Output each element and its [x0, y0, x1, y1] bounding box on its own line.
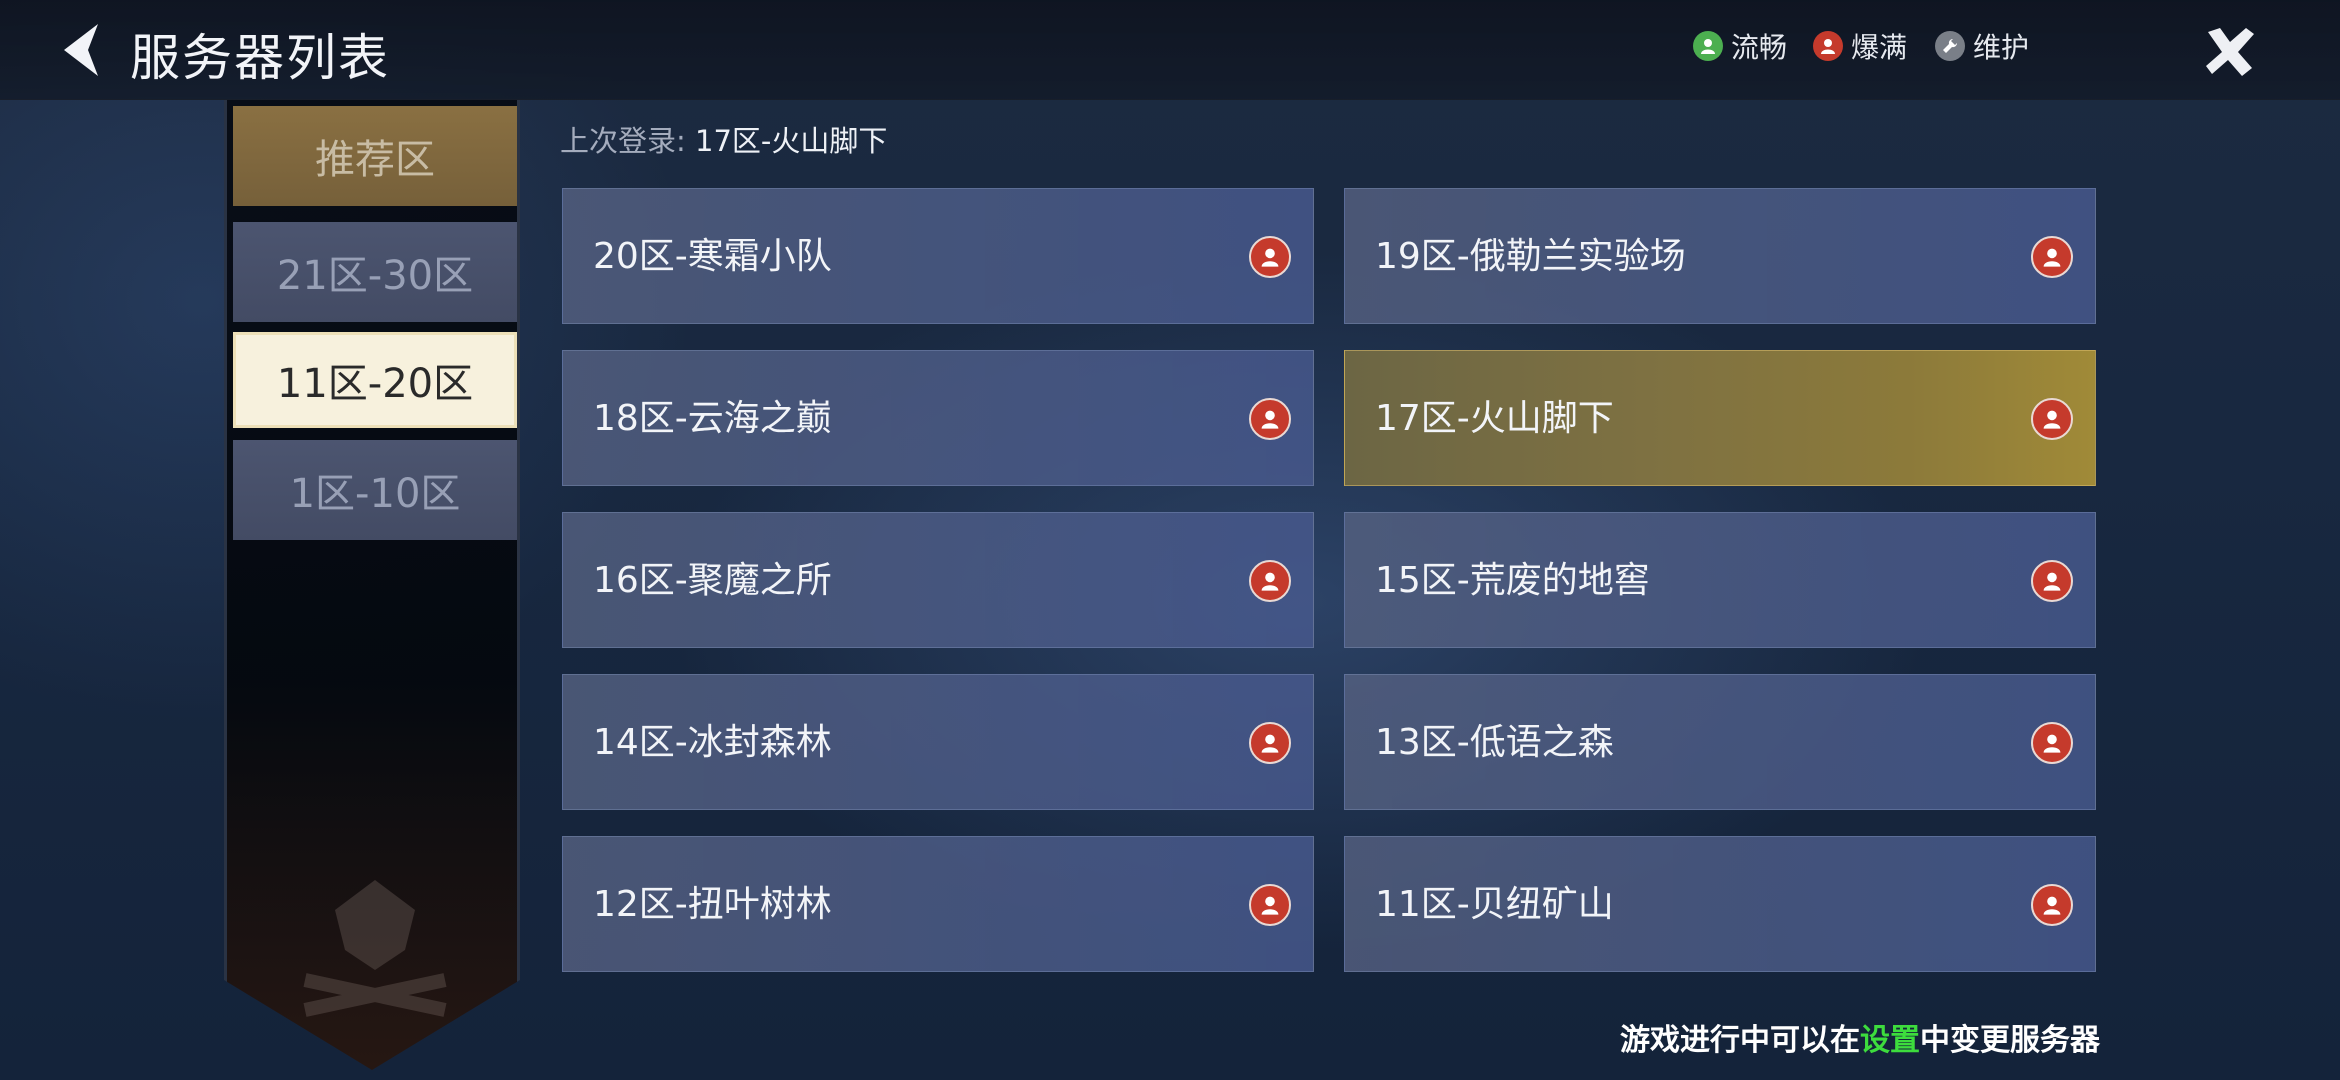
person-icon [1693, 31, 1723, 61]
server-name: 20区-寒霜小队 [593, 236, 832, 277]
full-status-icon [2031, 236, 2073, 278]
server-name: 11区-贝纽矿山 [1375, 884, 1614, 925]
server-item-selected[interactable]: 17区-火山脚下 [1344, 350, 2096, 486]
back-arrow-icon[interactable] [56, 20, 116, 80]
server-item[interactable]: 16区-聚魔之所 [562, 512, 1314, 648]
last-login-label: 上次登录: [560, 124, 686, 158]
wrench-icon [1935, 31, 1965, 61]
full-status-icon [2031, 560, 2073, 602]
full-status-icon [2031, 722, 2073, 764]
last-login: 上次登录: 17区-火山脚下 [560, 118, 887, 160]
legend-label: 爆满 [1851, 31, 1908, 64]
sidebar-tab-recommended[interactable]: 推荐区 [233, 106, 517, 206]
page-title: 服务器列表 [130, 29, 390, 87]
server-item[interactable]: 19区-俄勒兰实验场 [1344, 188, 2096, 324]
full-status-icon [1249, 722, 1291, 764]
sidebar-tab-21-30[interactable]: 21区-30区 [233, 222, 517, 322]
server-item[interactable]: 11区-贝纽矿山 [1344, 836, 2096, 972]
sidebar-tab-11-20[interactable]: 11区-20区 [233, 332, 517, 428]
full-status-icon [1249, 884, 1291, 926]
full-status-icon [1249, 236, 1291, 278]
legend-maintenance: 维护 [1935, 26, 2029, 66]
legend-smooth: 流畅 [1693, 26, 1787, 66]
server-name: 13区-低语之森 [1375, 722, 1614, 763]
full-status-icon [1249, 398, 1291, 440]
hint-suffix: 中变更服务器 [1920, 1023, 2100, 1058]
server-name: 16区-聚魔之所 [593, 560, 832, 601]
last-login-value[interactable]: 17区-火山脚下 [695, 124, 887, 158]
server-item[interactable]: 18区-云海之巅 [562, 350, 1314, 486]
full-status-icon [1249, 560, 1291, 602]
legend-label: 维护 [1973, 31, 2030, 64]
top-bar: 服务器列表 流畅 爆满 维护 [0, 0, 2340, 100]
sidebar-tab-1-10[interactable]: 1区-10区 [233, 440, 517, 540]
zone-sidebar: 推荐区 21区-30区 11区-20区 1区-10区 [224, 100, 520, 1070]
crest-emblem-icon [275, 870, 475, 1020]
server-name: 19区-俄勒兰实验场 [1375, 236, 1686, 277]
close-icon[interactable] [2200, 22, 2260, 82]
server-item[interactable]: 14区-冰封森林 [562, 674, 1314, 810]
full-status-icon [2031, 398, 2073, 440]
settings-hint: 游戏进行中可以在设置中变更服务器 [1620, 1015, 2100, 1059]
server-item[interactable]: 12区-扭叶树林 [562, 836, 1314, 972]
server-item[interactable]: 13区-低语之森 [1344, 674, 2096, 810]
server-item[interactable]: 20区-寒霜小队 [562, 188, 1314, 324]
legend-full: 爆满 [1813, 26, 1907, 66]
legend-label: 流畅 [1731, 31, 1788, 64]
server-name: 18区-云海之巅 [593, 398, 832, 439]
server-name: 12区-扭叶树林 [593, 884, 832, 925]
server-name: 17区-火山脚下 [1375, 398, 1614, 439]
person-icon [1813, 31, 1843, 61]
server-item[interactable]: 15区-荒废的地窖 [1344, 512, 2096, 648]
full-status-icon [2031, 884, 2073, 926]
settings-link: 设置 [1860, 1023, 1920, 1058]
server-name: 15区-荒废的地窖 [1375, 560, 1650, 601]
hint-prefix: 游戏进行中可以在 [1620, 1023, 1860, 1058]
server-name: 14区-冰封森林 [593, 722, 832, 763]
